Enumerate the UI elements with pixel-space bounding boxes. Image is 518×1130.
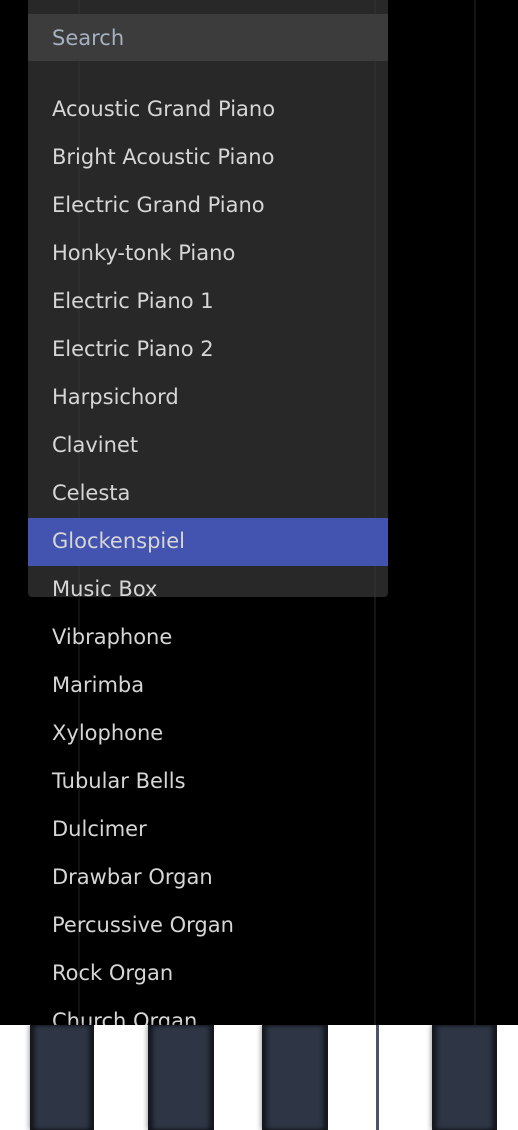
black-key[interactable]: [148, 1025, 214, 1130]
instrument-item[interactable]: Clavinet: [28, 422, 388, 470]
white-key[interactable]: [328, 1025, 376, 1130]
white-key[interactable]: [214, 1025, 262, 1130]
grid-line: [474, 0, 476, 1025]
white-key[interactable]: [379, 1025, 432, 1130]
instrument-item-selected[interactable]: Glockenspiel: [28, 518, 388, 566]
instrument-item[interactable]: Acoustic Grand Piano: [28, 86, 388, 134]
search-bar[interactable]: [28, 14, 388, 61]
white-key[interactable]: [0, 1025, 30, 1130]
black-key[interactable]: [262, 1025, 328, 1130]
instrument-item[interactable]: Electric Piano 1: [28, 278, 388, 326]
black-key[interactable]: [432, 1025, 497, 1130]
instrument-item[interactable]: Harpsichord: [28, 374, 388, 422]
instrument-item[interactable]: Marimba: [28, 662, 388, 710]
instrument-item[interactable]: Honky-tonk Piano: [28, 230, 388, 278]
search-input[interactable]: [52, 25, 388, 50]
instrument-item[interactable]: Electric Grand Piano: [28, 182, 388, 230]
white-key[interactable]: [94, 1025, 148, 1130]
instrument-item[interactable]: Church Organ: [28, 998, 388, 1025]
instrument-item[interactable]: Music Box: [28, 566, 388, 614]
instrument-item[interactable]: Drawbar Organ: [28, 854, 388, 902]
instrument-item[interactable]: Celesta: [28, 470, 388, 518]
instrument-item[interactable]: Xylophone: [28, 710, 388, 758]
instrument-list[interactable]: Acoustic Grand Piano Bright Acoustic Pian…: [28, 86, 388, 1025]
piano-keyboard[interactable]: [0, 1025, 518, 1130]
instrument-item[interactable]: Bright Acoustic Piano: [28, 134, 388, 182]
instrument-item[interactable]: Rock Organ: [28, 950, 388, 998]
instrument-item[interactable]: Vibraphone: [28, 614, 388, 662]
instrument-item[interactable]: Percussive Organ: [28, 902, 388, 950]
instrument-item[interactable]: Tubular Bells: [28, 758, 388, 806]
white-key[interactable]: [497, 1025, 518, 1130]
instrument-item[interactable]: Electric Piano 2: [28, 326, 388, 374]
black-key[interactable]: [30, 1025, 94, 1130]
instrument-item[interactable]: Dulcimer: [28, 806, 388, 854]
